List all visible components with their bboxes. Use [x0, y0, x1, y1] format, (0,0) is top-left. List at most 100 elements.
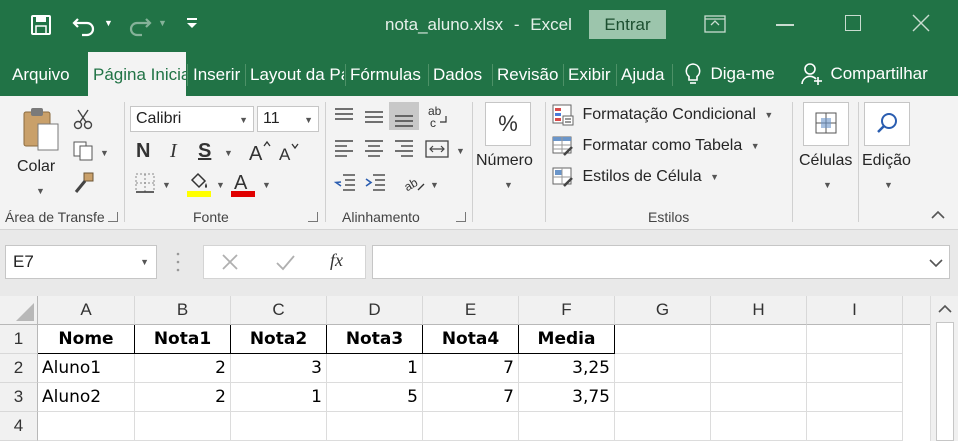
- cell-b1[interactable]: Nota1: [135, 325, 231, 354]
- copy-icon[interactable]: [72, 140, 94, 162]
- copy-dropdown-icon[interactable]: ▼: [100, 148, 109, 158]
- column-header-b[interactable]: B: [135, 296, 231, 325]
- align-right-icon[interactable]: [393, 138, 415, 160]
- cell-b3[interactable]: 2: [135, 383, 231, 412]
- editing-button[interactable]: Edição ▼: [862, 102, 922, 202]
- cell-h3[interactable]: [711, 383, 807, 412]
- row-header-2[interactable]: 2: [0, 354, 38, 383]
- cell-e2[interactable]: 7: [423, 354, 519, 383]
- cell-f4[interactable]: [519, 412, 615, 441]
- paste-button[interactable]: Colar ▼: [12, 104, 68, 200]
- cell-f3[interactable]: 3,75: [519, 383, 615, 412]
- orientation-dropdown-icon[interactable]: ▼: [430, 180, 439, 190]
- column-header-f[interactable]: F: [519, 296, 615, 325]
- cell-g4[interactable]: [615, 412, 711, 441]
- vertical-scrollbar[interactable]: [930, 296, 958, 441]
- name-box[interactable]: E7 ▼: [5, 245, 157, 279]
- conditional-formatting-button[interactable]: Formatação Condicional ▼: [552, 104, 773, 128]
- format-painter-icon[interactable]: [72, 172, 96, 194]
- cell-f2[interactable]: 3,25: [519, 354, 615, 383]
- formula-input[interactable]: [372, 245, 950, 279]
- tell-me[interactable]: Diga-me: [684, 62, 775, 88]
- cells-button[interactable]: Células ▼: [797, 102, 857, 202]
- cell-a3[interactable]: Aluno2: [38, 383, 135, 412]
- font-name-combo[interactable]: Calibri ▼: [130, 106, 254, 132]
- underline-button[interactable]: S: [198, 140, 211, 163]
- save-icon[interactable]: [30, 14, 52, 36]
- cell-e3[interactable]: 7: [423, 383, 519, 412]
- cell-d3[interactable]: 5: [327, 383, 423, 412]
- cell-d4[interactable]: [327, 412, 423, 441]
- cell-f1[interactable]: Media: [519, 325, 615, 354]
- minimize-icon[interactable]: [776, 24, 794, 26]
- cell-c1[interactable]: Nota2: [231, 325, 327, 354]
- cell-c2[interactable]: 3: [231, 354, 327, 383]
- orientation-angle-icon[interactable]: ab: [402, 172, 428, 194]
- cell-i4[interactable]: [807, 412, 903, 441]
- align-middle-icon[interactable]: [363, 106, 385, 126]
- tab-inserir[interactable]: Inserir: [190, 52, 244, 96]
- align-left-icon[interactable]: [333, 138, 355, 160]
- row-header-4[interactable]: 4: [0, 412, 38, 441]
- font-color-dropdown-icon[interactable]: ▼: [262, 180, 271, 190]
- cell-h1[interactable]: [711, 325, 807, 354]
- row-header-1[interactable]: 1: [0, 325, 38, 354]
- column-header-a[interactable]: A: [38, 296, 135, 325]
- cell-a1[interactable]: Nome: [38, 325, 135, 354]
- clipboard-launcher-icon[interactable]: [108, 212, 118, 222]
- tab-revisao[interactable]: Revisão: [494, 52, 562, 96]
- cell-d2[interactable]: 1: [327, 354, 423, 383]
- ribbon-display-options-icon[interactable]: [704, 14, 726, 34]
- fill-color-dropdown-icon[interactable]: ▼: [216, 180, 225, 190]
- bold-button[interactable]: N: [136, 140, 150, 163]
- number-format-button[interactable]: % Número ▼: [476, 102, 542, 202]
- tab-pagina-inicial[interactable]: Página Inicial: [88, 52, 186, 98]
- shrink-font-icon[interactable]: A: [277, 142, 301, 164]
- borders-icon[interactable]: [134, 172, 156, 194]
- scroll-up-icon[interactable]: [937, 302, 953, 314]
- row-header-3[interactable]: 3: [0, 383, 38, 412]
- tab-layout[interactable]: Layout da Página: [247, 52, 344, 96]
- format-as-table-button[interactable]: Formatar como Tabela ▼: [552, 135, 760, 159]
- borders-dropdown-icon[interactable]: ▼: [162, 180, 171, 190]
- align-top-icon[interactable]: [333, 106, 355, 126]
- merge-dropdown-icon[interactable]: ▼: [456, 146, 465, 156]
- cell-i2[interactable]: [807, 354, 903, 383]
- merge-center-icon[interactable]: [424, 138, 450, 160]
- maximize-icon[interactable]: [845, 15, 861, 31]
- customize-toolbar-icon[interactable]: [186, 16, 198, 30]
- column-header-d[interactable]: D: [327, 296, 423, 325]
- orientation-icon[interactable]: ab c: [426, 104, 448, 130]
- underline-dropdown-icon[interactable]: ▼: [224, 148, 233, 158]
- column-header-i[interactable]: I: [807, 296, 903, 325]
- tab-dados[interactable]: Dados: [430, 52, 490, 96]
- increase-indent-icon[interactable]: [363, 172, 387, 194]
- tab-formulas[interactable]: Fórmulas: [347, 52, 427, 96]
- expand-formula-bar-icon[interactable]: [928, 256, 944, 268]
- cell-g2[interactable]: [615, 354, 711, 383]
- cell-e1[interactable]: Nota4: [423, 325, 519, 354]
- collapse-ribbon-icon[interactable]: [930, 208, 946, 220]
- tab-exibir[interactable]: Exibir: [565, 52, 617, 96]
- font-size-combo[interactable]: 11 ▼: [257, 106, 319, 132]
- cell-c4[interactable]: [231, 412, 327, 441]
- cell-c3[interactable]: 1: [231, 383, 327, 412]
- cell-h4[interactable]: [711, 412, 807, 441]
- grow-font-icon[interactable]: A: [247, 140, 271, 165]
- column-header-partial[interactable]: [903, 296, 930, 325]
- scroll-thumb[interactable]: [936, 322, 954, 441]
- column-header-e[interactable]: E: [423, 296, 519, 325]
- font-launcher-icon[interactable]: [308, 212, 318, 222]
- select-all-button[interactable]: [0, 296, 38, 325]
- insert-function-button[interactable]: fx: [330, 250, 343, 271]
- undo-icon[interactable]: [72, 13, 98, 37]
- cell-i1[interactable]: [807, 325, 903, 354]
- cell-h2[interactable]: [711, 354, 807, 383]
- cell-a2[interactable]: Aluno1: [38, 354, 135, 383]
- cell-i3[interactable]: [807, 383, 903, 412]
- italic-button[interactable]: I: [170, 140, 177, 163]
- tab-ajuda[interactable]: Ajuda: [618, 52, 674, 96]
- cut-icon[interactable]: [72, 108, 94, 130]
- sign-in-button[interactable]: Entrar: [589, 10, 666, 39]
- tab-arquivo[interactable]: Arquivo: [6, 52, 82, 96]
